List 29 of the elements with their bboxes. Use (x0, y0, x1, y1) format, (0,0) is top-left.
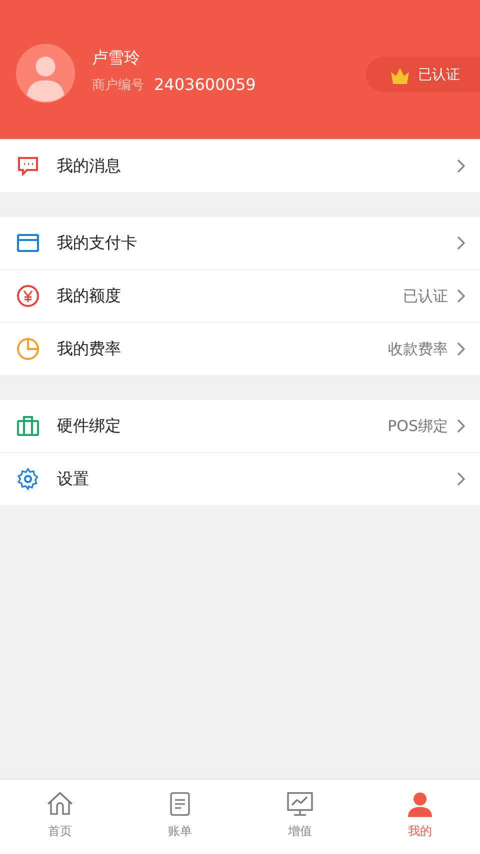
tab[interactable]: 首页 (0, 780, 120, 854)
monitor-chart-icon (286, 790, 314, 818)
chevron-icon (456, 471, 466, 487)
chevron-icon (456, 341, 466, 357)
chat-icon (16, 154, 40, 178)
merchant-id: 2403600059 (154, 75, 256, 94)
chevron-icon (456, 418, 466, 434)
chevron-icon (456, 235, 466, 251)
chevron-icon (456, 288, 466, 304)
home-icon (46, 790, 74, 818)
card-icon (16, 231, 40, 255)
user-name: 卢雪玲 (92, 48, 141, 69)
pie-chart-icon (16, 337, 40, 361)
person-icon (406, 790, 434, 818)
briefcase-icon (16, 414, 40, 438)
menu-item[interactable]: 设置 (0, 452, 480, 505)
settings-icon (16, 467, 40, 491)
tab[interactable]: 账单 (120, 780, 240, 854)
verified-badge: 已认证 (366, 57, 480, 92)
chevron-icon (456, 158, 466, 174)
merchant-id-label: 商户编号 (92, 76, 144, 94)
menu-item[interactable]: 硬件绑定 POS绑定 (0, 400, 480, 452)
menu-item[interactable]: 我的额度 已认证 (0, 269, 480, 322)
yen-icon (16, 284, 40, 308)
menu-item[interactable]: 我的消息 (0, 140, 480, 192)
tab[interactable]: 增值 (240, 780, 360, 854)
avatar (16, 44, 75, 103)
menu-item[interactable]: 我的支付卡 (0, 217, 480, 269)
menu-item[interactable]: 我的费率 收款费率 (0, 322, 480, 375)
